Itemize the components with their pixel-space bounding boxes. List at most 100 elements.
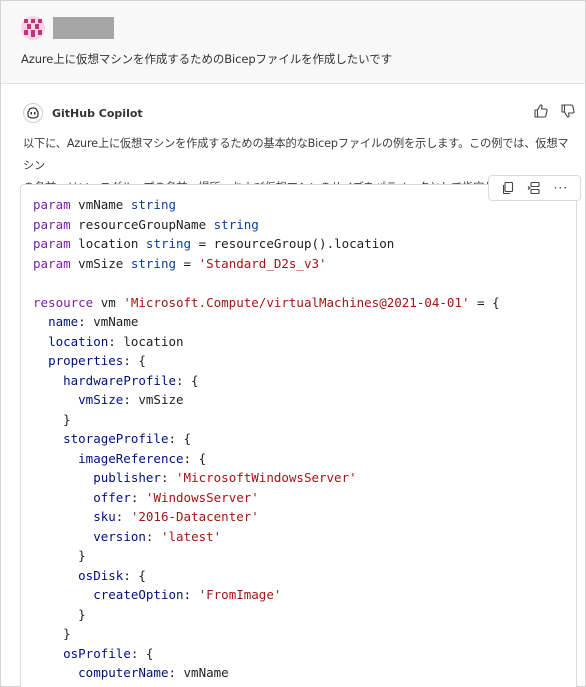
code-token: 'Microsoft.Compute/virtualMachines@2021-… — [123, 294, 470, 310]
code-line: param location string = resourceGroup().… — [33, 234, 500, 254]
code-token: : — [160, 470, 177, 485]
insert-icon — [528, 181, 541, 195]
code-token: name — [48, 314, 79, 329]
code-token: : { — [130, 645, 154, 661]
copy-code-button[interactable] — [499, 179, 517, 197]
user-message: Azure上に仮想マシンを作成するためのBicepファイルを作成したいです — [1, 1, 585, 84]
code-block: param vmName string param resourceGroupNa… — [20, 184, 577, 687]
code-token: : location — [108, 333, 184, 349]
code-token: 'Standard_D2s_v3' — [198, 255, 327, 271]
code-token: resourceGroup — [213, 236, 312, 251]
code-token: : { — [176, 372, 199, 388]
code-token: 'latest' — [160, 528, 222, 544]
code-token: osProfile — [63, 645, 131, 661]
code-token: createOption — [93, 587, 184, 602]
code-token: location — [78, 236, 139, 251]
code-line: storageProfile: { — [33, 429, 500, 449]
code-token: param — [33, 216, 71, 232]
code-token: : vmName — [168, 665, 229, 680]
user-avatar — [21, 16, 45, 40]
code-line: createOption: 'FromImage' — [33, 585, 500, 605]
user-avatar-icon — [21, 16, 45, 40]
user-message-text: Azure上に仮想マシンを作成するためのBicepファイルを作成したいです — [21, 52, 392, 66]
chat-panel: Azure上に仮想マシンを作成するためのBicepファイルを作成したいです Gi… — [0, 0, 586, 687]
code-line: param resourceGroupName string — [33, 215, 500, 235]
code-line: hardwareProfile: { — [33, 371, 500, 391]
copy-icon — [503, 181, 514, 195]
user-name-redacted — [53, 17, 114, 39]
code-token: .location — [326, 236, 395, 251]
code-token: = { — [469, 294, 500, 310]
more-icon: ··· — [553, 181, 569, 195]
code-token: vmSize — [78, 392, 124, 407]
code-token: : — [115, 509, 131, 524]
insert-code-button[interactable] — [525, 179, 543, 197]
thumbs-down-button[interactable] — [560, 103, 576, 119]
code-token: } — [33, 626, 71, 641]
code-token: : — [130, 489, 146, 505]
code-line: properties: { — [33, 351, 500, 371]
code-token: 'WindowsServer' — [145, 489, 259, 505]
code-line: } — [33, 624, 500, 644]
code-token: param — [33, 236, 71, 251]
code-line: osProfile: { — [33, 644, 500, 664]
code-token: } — [33, 548, 86, 563]
code-token: () — [311, 236, 327, 251]
code-line: computerName: vmName — [33, 663, 500, 683]
code-line: offer: 'WindowsServer' — [33, 488, 500, 508]
code-token: 'MicrosoftWindowsServer' — [176, 470, 357, 485]
code-line: publisher: 'MicrosoftWindowsServer' — [33, 468, 500, 488]
code-line: name: vmName — [33, 312, 500, 332]
code-token: vm — [93, 294, 124, 310]
code-token: = — [191, 236, 214, 251]
code-token: : { — [183, 450, 207, 466]
code-token: string — [213, 216, 259, 232]
code-token: 'FromImage' — [198, 587, 282, 602]
code-token: param — [33, 197, 71, 212]
code-token: vmName — [78, 197, 124, 212]
code-token: '2016-Datacenter' — [130, 509, 259, 524]
code-token: } — [33, 411, 71, 427]
intro-line-1: 以下に、Azure上に仮想マシンを作成するための基本的なBicepファイルの例を… — [23, 137, 569, 172]
thumbs-up-button[interactable] — [533, 103, 549, 119]
code-line: osDisk: { — [33, 566, 500, 586]
code-token: offer — [93, 489, 131, 505]
code-token: = — [176, 255, 199, 271]
code-line: version: 'latest' — [33, 527, 500, 547]
code-token: : — [183, 587, 199, 602]
code-token: : — [145, 528, 161, 544]
code-token: : { — [123, 567, 146, 583]
code-token: : { — [168, 431, 192, 446]
copilot-avatar — [23, 103, 43, 123]
thumbs-up-icon — [534, 104, 548, 118]
code-token: osDisk — [78, 567, 124, 583]
code-line: } — [33, 546, 500, 566]
code-token: storageProfile — [63, 431, 169, 446]
code-line: vmSize: vmSize — [33, 390, 500, 410]
code-token: properties — [48, 353, 124, 368]
code-line: param vmSize string = 'Standard_D2s_v3' — [33, 254, 500, 274]
code-line: } — [33, 410, 500, 430]
code-line: location: location — [33, 332, 500, 352]
code-token: hardwareProfile — [63, 372, 176, 388]
code-token: location — [48, 333, 109, 349]
code-toolbar: ··· — [488, 175, 581, 201]
copilot-icon — [27, 107, 39, 119]
code-token: : vmName — [78, 314, 139, 329]
more-actions-button[interactable]: ··· — [552, 179, 570, 197]
